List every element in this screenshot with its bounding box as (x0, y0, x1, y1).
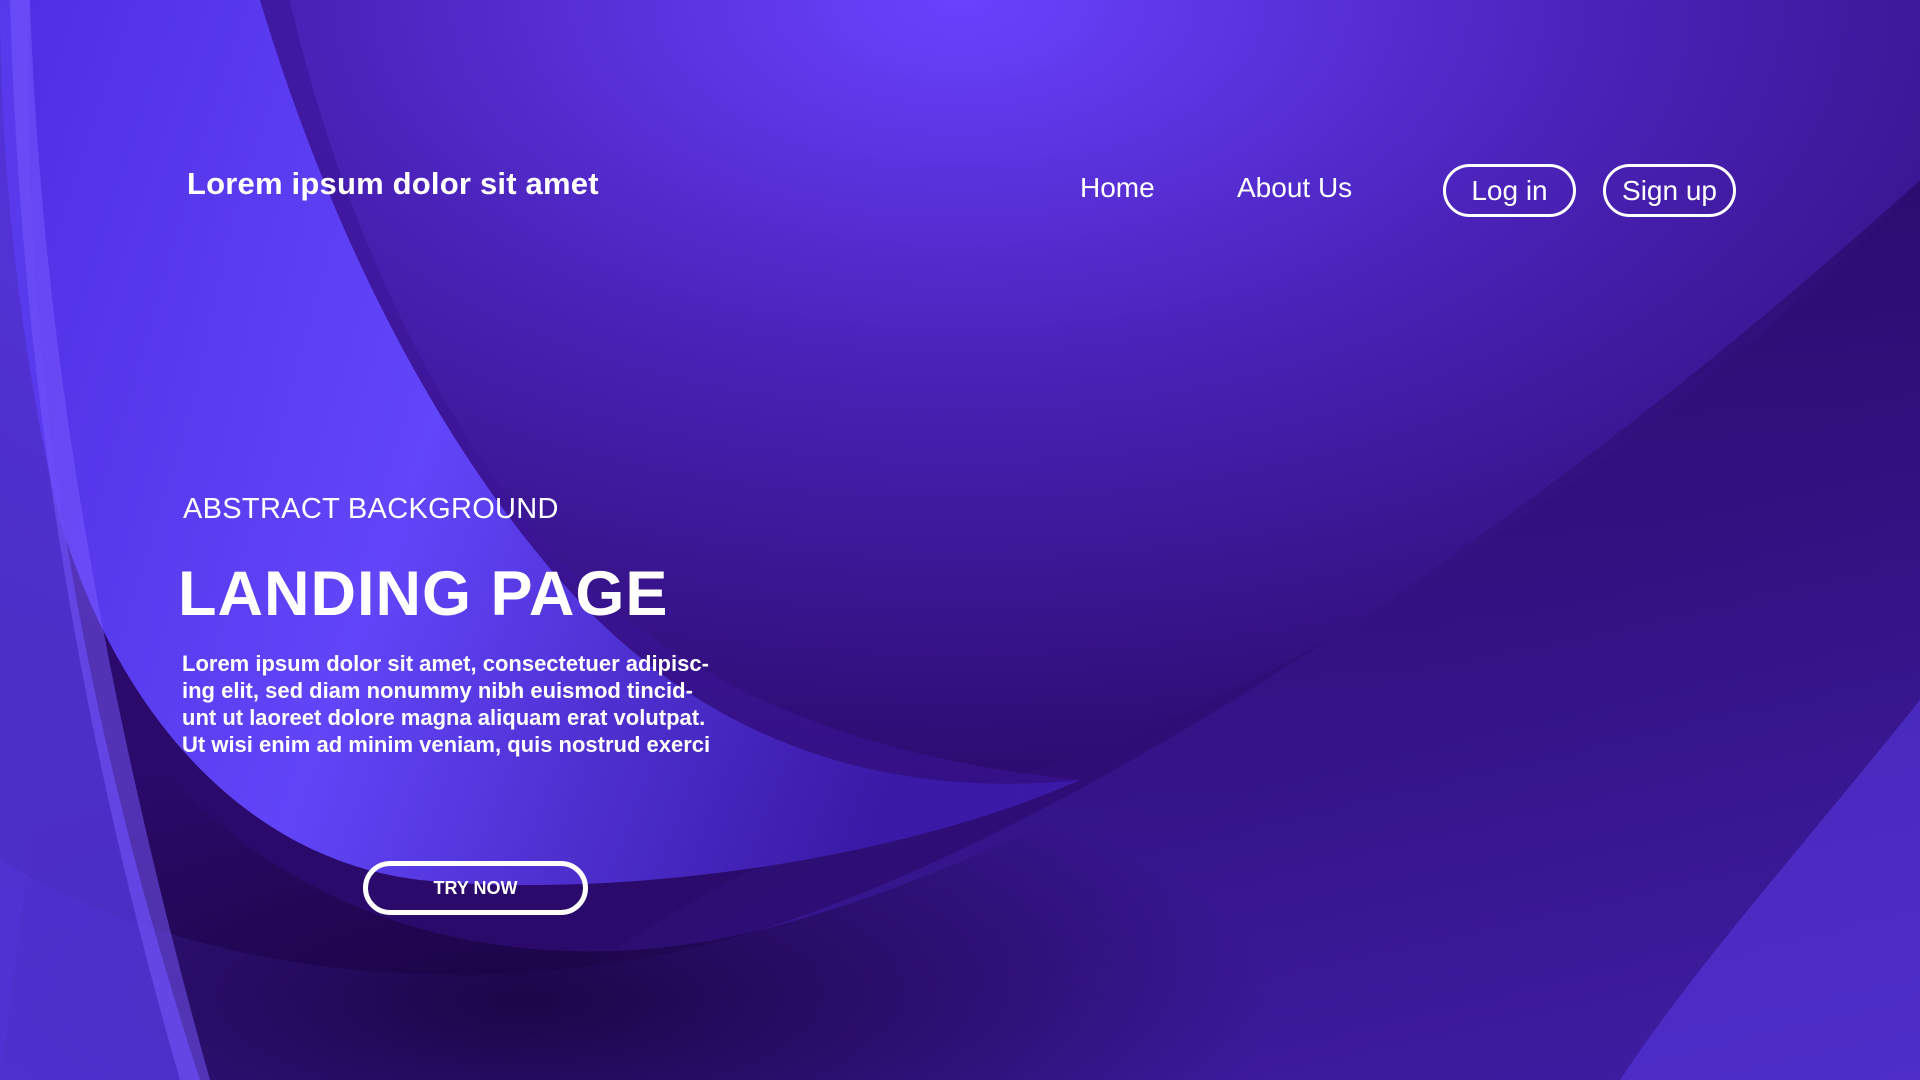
hero-title: LANDING PAGE (178, 559, 669, 629)
hero-body-line: ing elit, sed diam nonummy nibh euismod … (182, 678, 693, 703)
brand-logo-text[interactable]: Lorem ipsum dolor sit amet (187, 166, 599, 202)
sign-up-button[interactable]: Sign up (1603, 164, 1736, 217)
hero-body-text: Lorem ipsum dolor sit amet, consectetuer… (182, 650, 802, 758)
log-in-button[interactable]: Log in (1443, 164, 1576, 217)
abstract-wave-background (0, 0, 1920, 1080)
try-now-button[interactable]: TRY NOW (363, 861, 588, 915)
hero-body-line: unt ut laoreet dolore magna aliquam erat… (182, 705, 706, 730)
hero-body-line: Ut wisi enim ad minim veniam, quis nostr… (182, 732, 711, 757)
hero-body-line: Lorem ipsum dolor sit amet, consectetuer… (182, 651, 709, 676)
nav-link-about-us[interactable]: About Us (1237, 172, 1352, 204)
hero-eyebrow: ABSTRACT BACKGROUND (183, 493, 559, 525)
nav-link-home[interactable]: Home (1080, 172, 1155, 204)
landing-page: Lorem ipsum dolor sit amet Home About Us… (0, 0, 1920, 1080)
